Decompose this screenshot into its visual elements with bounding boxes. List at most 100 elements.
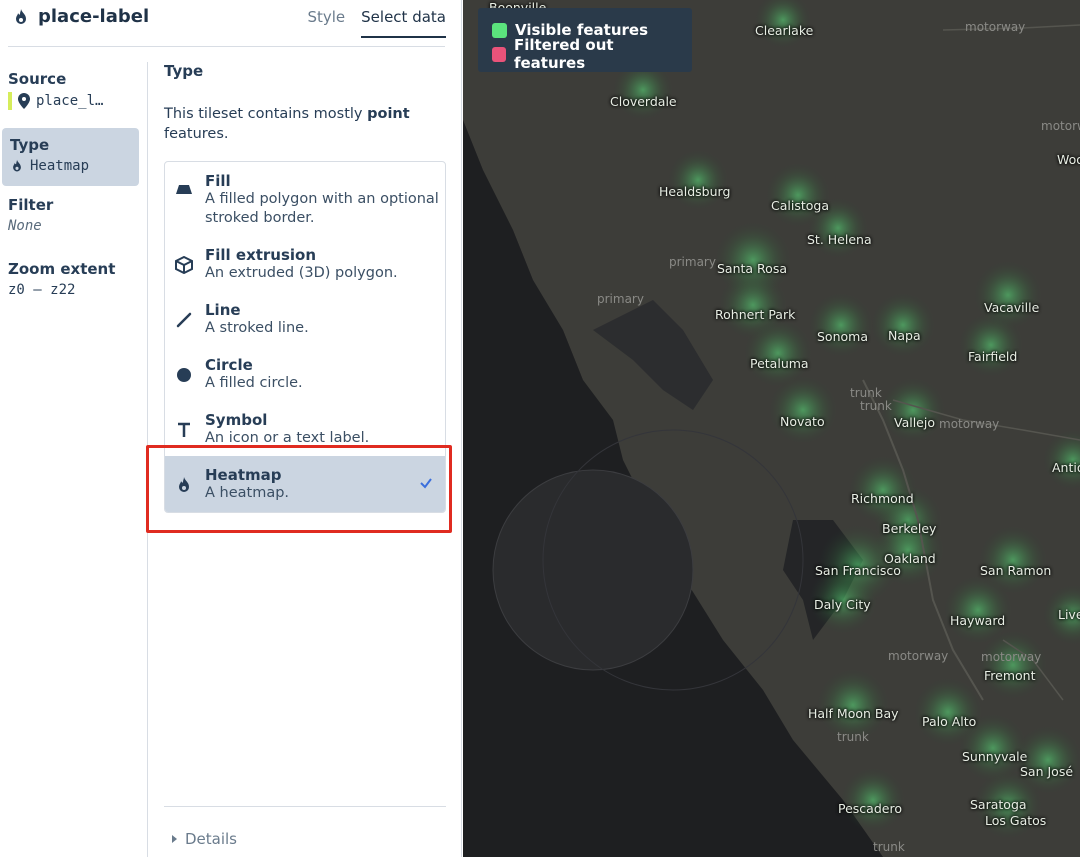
type-value-row: Heatmap — [10, 158, 131, 174]
desc-suffix: features. — [164, 126, 229, 142]
place-label: Vallejo — [894, 415, 935, 430]
place-label: Vacaville — [984, 300, 1040, 315]
nav-zoom-extent[interactable]: Zoom extent z0 – z22 — [0, 252, 140, 306]
zoom-label: Zoom extent — [8, 260, 116, 278]
place-label: Half Moon Bay — [808, 706, 899, 721]
road-label: motorway — [939, 417, 1000, 431]
place-label: San Ramon — [980, 563, 1052, 578]
layer-name: place-label — [38, 6, 150, 27]
zoom-value: z0 – z22 — [8, 282, 76, 298]
place-label: Sunnyvale — [962, 749, 1028, 764]
type-desc: A filled circle. — [205, 375, 303, 391]
source-value-row: place_l… — [8, 92, 132, 110]
symbol-icon — [178, 422, 190, 437]
filtered-swatch — [492, 46, 506, 62]
nav-type[interactable]: Type Heatmap — [2, 128, 139, 186]
legend-filtered: Filtered out features — [492, 36, 678, 72]
type-name: Circle — [205, 356, 253, 374]
type-option-line[interactable]: Line A stroked line. — [165, 291, 445, 346]
road-label: trunk — [850, 386, 882, 400]
place-label: Fairfield — [968, 349, 1018, 364]
source-color-bar — [8, 92, 12, 110]
type-option-circle[interactable]: Circle A filled circle. — [165, 346, 445, 401]
place-label: Rohnert Park — [715, 307, 796, 322]
type-value: Heatmap — [30, 158, 90, 174]
place-label: Berkeley — [882, 521, 937, 536]
header-tabs: Style Select data — [307, 8, 446, 38]
fill-icon — [176, 185, 192, 194]
place-label: Livermore — [1058, 607, 1080, 622]
nav-filter[interactable]: Filter None — [0, 188, 140, 242]
type-section: Type This tileset contains mostly point … — [164, 62, 446, 144]
panel-header: place-label Style Select data — [0, 0, 462, 46]
place-label: St. Helena — [807, 232, 872, 247]
place-label: San José — [1020, 764, 1074, 779]
road-label: trunk — [837, 730, 869, 744]
tab-style[interactable]: Style — [307, 8, 345, 38]
place-label: Pescadero — [838, 801, 902, 816]
line-icon — [176, 312, 192, 328]
type-name: Symbol — [205, 411, 268, 429]
place-label: Antioch — [1052, 460, 1080, 475]
place-label: Petaluma — [750, 356, 809, 371]
heatmap-icon — [16, 8, 26, 24]
footer-divider — [164, 806, 446, 807]
place-label: Healdsburg — [659, 184, 731, 199]
desc-bold: point — [367, 106, 410, 122]
place-label: Richmond — [851, 491, 914, 506]
place-label: Woodland — [1057, 152, 1080, 167]
road-label: motorway — [888, 649, 949, 663]
place-label: Los Gatos — [985, 813, 1047, 828]
type-option-fill-extrusion[interactable]: Fill extrusion An extruded (3D) polygon. — [165, 236, 445, 291]
road-label: trunk — [860, 399, 892, 413]
road-label: motorway — [965, 20, 1026, 34]
type-option-fill[interactable]: Fill A filled polygon with an optional s… — [165, 162, 445, 236]
tileset-description: This tileset contains mostly point featu… — [164, 104, 446, 144]
layer-editor-panel: place-label Style Select data Source pla… — [0, 0, 462, 857]
pin-icon — [18, 93, 30, 109]
place-label: Novato — [780, 414, 825, 429]
type-name: Line — [205, 301, 241, 319]
filter-value: None — [8, 218, 42, 234]
desc-prefix: This tileset contains mostly — [164, 106, 368, 122]
caret-right-icon — [172, 835, 177, 843]
place-label: Hayward — [950, 613, 1006, 628]
source-value: place_l… — [36, 93, 104, 109]
type-name: Fill — [205, 172, 231, 190]
visible-swatch — [492, 22, 507, 38]
road-label: primary — [669, 255, 716, 269]
road-label: motorway — [981, 650, 1042, 664]
heatmap-icon — [13, 159, 21, 172]
road-label: primary — [597, 292, 644, 306]
tab-select-data[interactable]: Select data — [361, 8, 446, 38]
place-label: Sonoma — [817, 329, 868, 344]
type-desc: A filled polygon with an optional stroke… — [205, 191, 439, 226]
type-desc: An extruded (3D) polygon. — [205, 265, 398, 281]
source-label: Source — [8, 70, 67, 88]
road-label: trunk — [873, 840, 905, 854]
highlight-annotation-box — [146, 445, 452, 533]
place-label: San Francisco — [815, 563, 901, 578]
section-title: Type — [164, 62, 204, 80]
place-label: Clearlake — [755, 23, 814, 38]
layer-title: place-label — [12, 6, 149, 27]
place-label: Santa Rosa — [717, 261, 787, 276]
circle-icon — [177, 368, 191, 382]
place-label: Napa — [888, 328, 921, 343]
map-canvas[interactable]: Boonville Clearlake Cloverdale Healdsbur… — [463, 0, 1080, 857]
extrusion-icon — [175, 256, 193, 274]
place-label: Fremont — [984, 668, 1036, 683]
place-label: Daly City — [814, 597, 871, 612]
place-label: Saratoga — [970, 797, 1027, 812]
road-label: motorway — [1041, 119, 1080, 133]
place-label: Calistoga — [771, 198, 829, 213]
map-legend: Visible features Filtered out features — [478, 8, 692, 72]
place-label: Cloverdale — [610, 94, 677, 109]
details-label: Details — [185, 830, 238, 848]
header-divider — [8, 46, 445, 47]
filter-label: Filter — [8, 196, 54, 214]
nav-source[interactable]: Source place_l… — [0, 62, 140, 118]
type-name: Fill extrusion — [205, 246, 317, 264]
details-toggle[interactable]: Details — [172, 830, 237, 848]
place-label: Palo Alto — [922, 714, 977, 729]
